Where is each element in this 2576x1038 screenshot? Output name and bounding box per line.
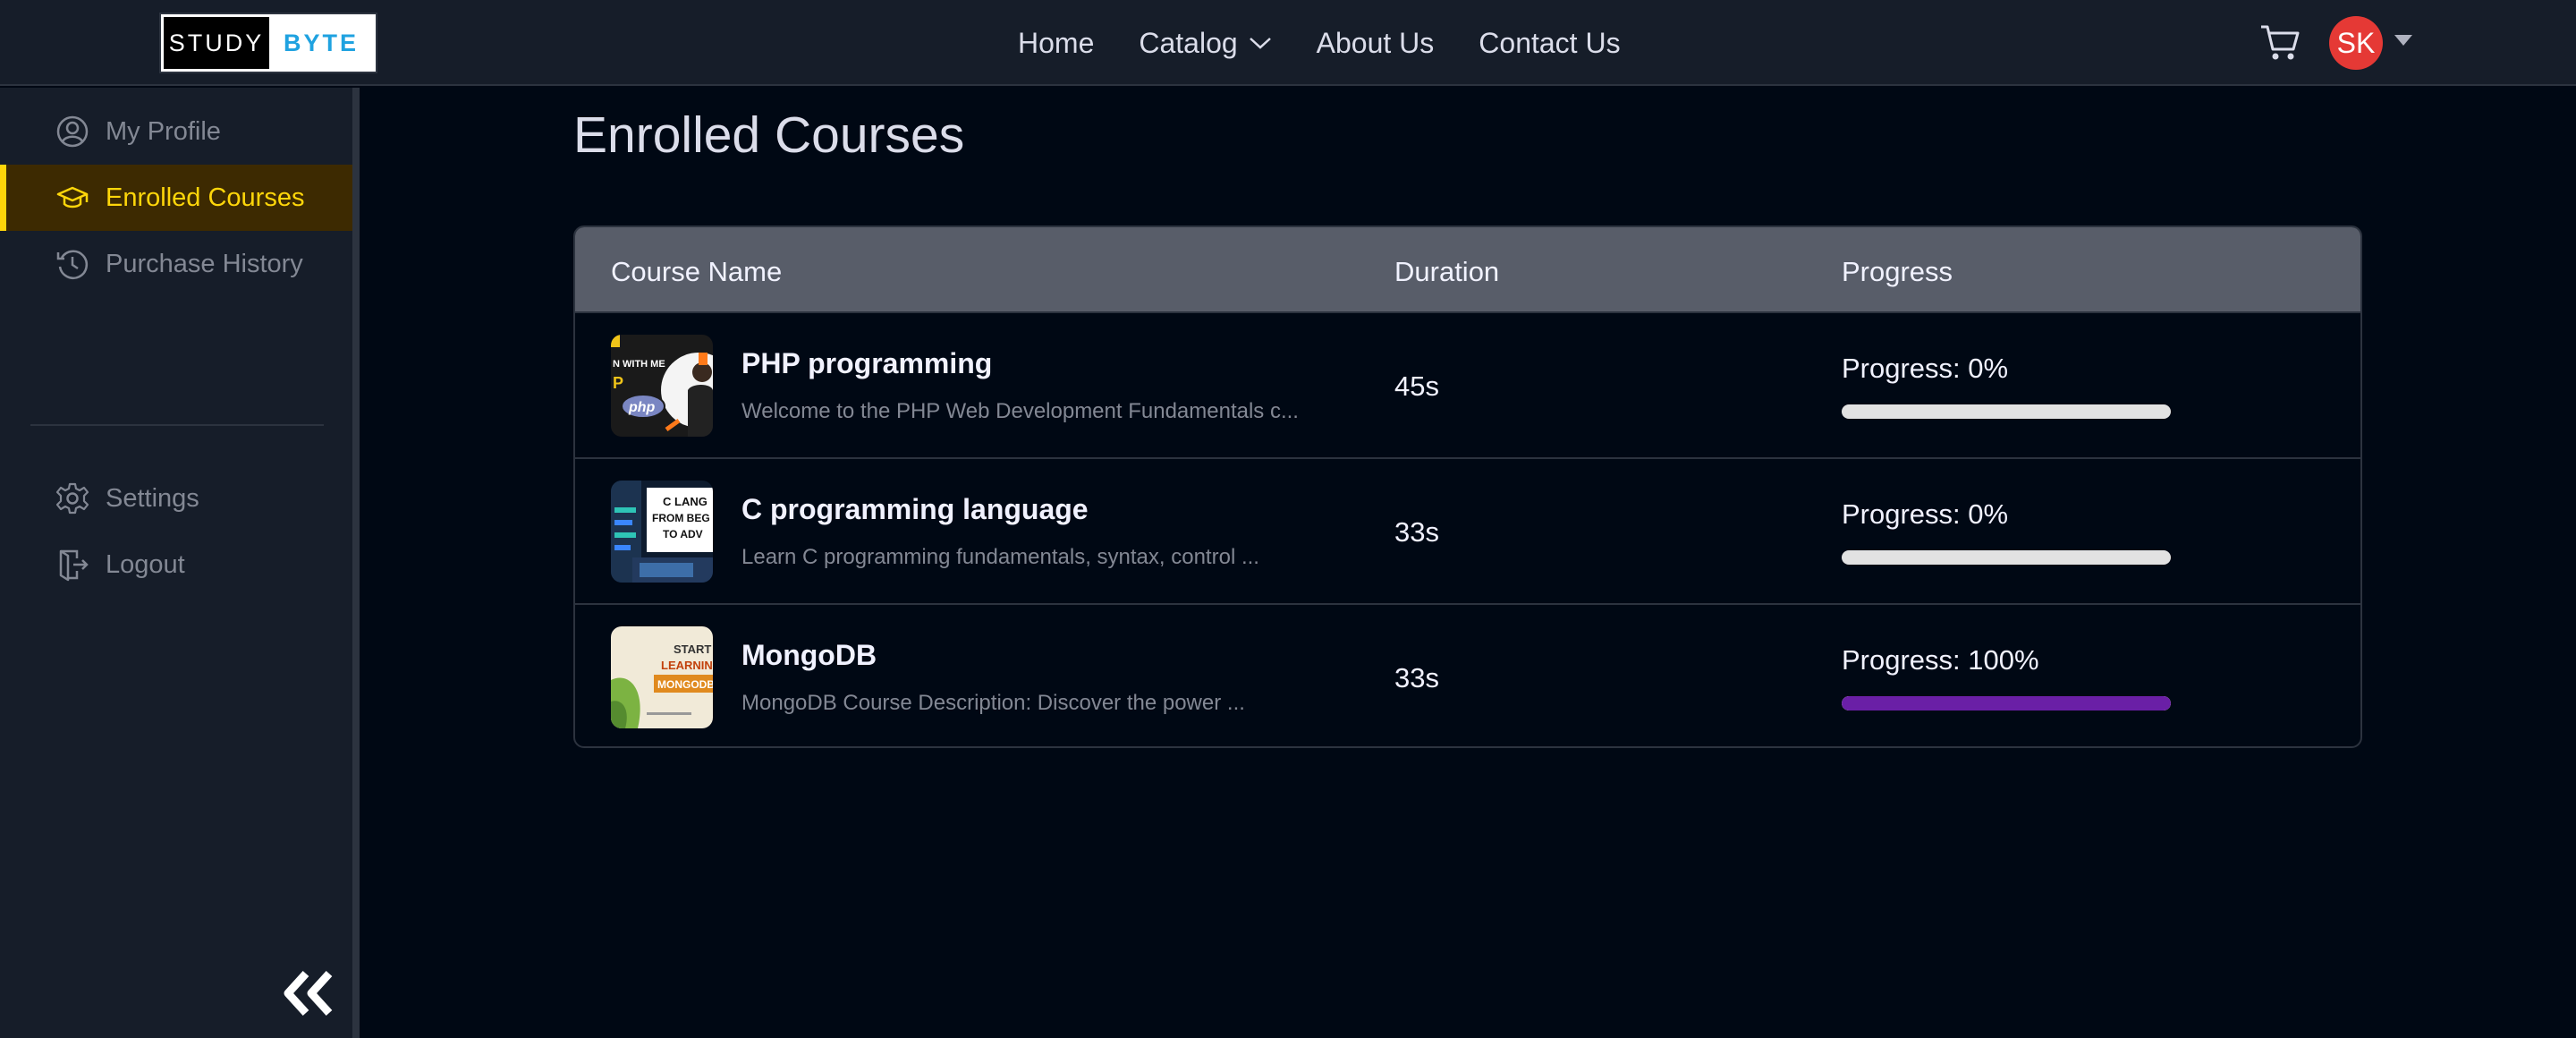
- progress-bar: [1842, 550, 2171, 565]
- svg-text:MONGODB: MONGODB: [657, 678, 713, 691]
- nav-link-home[interactable]: Home: [1018, 27, 1094, 60]
- course-title[interactable]: C programming language: [741, 493, 1089, 526]
- table-row[interactable]: N WITH ME P php PHP programming Welcome …: [575, 311, 2360, 457]
- nav-links: Home Catalog About Us Contact Us: [1018, 0, 1621, 86]
- course-description: Welcome to the PHP Web Development Funda…: [741, 399, 1299, 423]
- top-navbar: STUDY BYTE Home Catalog About Us Contact…: [0, 0, 2576, 86]
- sidebar-scrollbar[interactable]: [352, 88, 360, 1038]
- sidebar-item-label: My Profile: [106, 116, 221, 146]
- svg-text:START: START: [674, 642, 711, 656]
- course-title[interactable]: MongoDB: [741, 639, 877, 672]
- course-description: MongoDB Course Description: Discover the…: [741, 691, 1245, 715]
- course-title[interactable]: PHP programming: [741, 347, 992, 380]
- sidebar: My Profile Enrolled Courses Purchase His…: [0, 88, 352, 1038]
- progress-label: Progress: 0%: [1842, 353, 2009, 384]
- sidebar-item-label: Purchase History: [106, 249, 303, 278]
- logout-icon: [55, 548, 89, 582]
- progress-bar: [1842, 404, 2171, 419]
- progress-bar-fill: [1842, 696, 2171, 710]
- logo-text-study: STUDY: [164, 17, 269, 69]
- sidebar-item-purchase-history[interactable]: Purchase History: [0, 231, 352, 297]
- course-thumbnail[interactable]: C LANG FROM BEG TO ADV: [611, 481, 713, 583]
- caret-down-icon[interactable]: [2394, 34, 2413, 51]
- history-icon: [55, 247, 89, 281]
- table-header: Course Name Duration Progress: [575, 227, 2360, 311]
- user-circle-icon: [55, 115, 89, 149]
- svg-text:TO ADV: TO ADV: [663, 528, 703, 540]
- course-thumbnail[interactable]: N WITH ME P php: [611, 335, 713, 437]
- logo-text-byte: BYTE: [283, 29, 359, 56]
- column-header-duration: Duration: [1394, 256, 1500, 287]
- double-chevron-left-icon[interactable]: [279, 968, 336, 1018]
- column-header-progress: Progress: [1842, 256, 1953, 287]
- nav-link-contact[interactable]: Contact Us: [1479, 27, 1620, 60]
- sidebar-item-my-profile[interactable]: My Profile: [0, 98, 352, 165]
- course-thumbnail[interactable]: START LEARNIN MONGODB: [611, 626, 713, 728]
- sidebar-item-settings[interactable]: Settings: [0, 465, 352, 532]
- svg-text:php: php: [628, 400, 656, 415]
- table-row[interactable]: START LEARNIN MONGODB MongoDB MongoDB Co…: [575, 603, 2360, 746]
- sidebar-item-enrolled-courses[interactable]: Enrolled Courses: [0, 165, 352, 231]
- course-duration: 33s: [1394, 516, 1439, 548]
- course-duration: 33s: [1394, 662, 1439, 693]
- studybyte-logo[interactable]: STUDY BYTE: [159, 13, 377, 73]
- sidebar-divider: [30, 424, 324, 426]
- gear-icon: [55, 481, 89, 515]
- enrolled-courses-table: Course Name Duration Progress N WITH ME …: [573, 225, 2362, 748]
- svg-text:C LANG: C LANG: [663, 495, 708, 508]
- course-duration: 45s: [1394, 370, 1439, 402]
- table-row[interactable]: C LANG FROM BEG TO ADV C programming lan…: [575, 457, 2360, 603]
- nav-link-catalog[interactable]: Catalog: [1139, 27, 1271, 60]
- progress-label: Progress: 100%: [1842, 644, 2039, 676]
- progress-label: Progress: 0%: [1842, 498, 2009, 530]
- thumbnail-text: N WITH ME: [613, 359, 665, 370]
- svg-text:FROM BEG: FROM BEG: [652, 512, 710, 524]
- progress-bar: [1842, 696, 2171, 710]
- sidebar-item-label: Settings: [106, 483, 199, 513]
- svg-text:P: P: [613, 374, 623, 392]
- nav-link-catalog-label: Catalog: [1139, 26, 1238, 59]
- sidebar-item-label: Enrolled Courses: [106, 183, 305, 212]
- graduation-cap-icon: [55, 181, 89, 215]
- svg-text:LEARNIN: LEARNIN: [661, 659, 713, 672]
- user-avatar[interactable]: SK: [2329, 16, 2383, 70]
- column-header-course-name: Course Name: [611, 256, 783, 287]
- cart-icon[interactable]: [2259, 23, 2301, 63]
- sidebar-item-logout[interactable]: Logout: [0, 532, 352, 598]
- sidebar-item-label: Logout: [106, 549, 185, 579]
- course-description: Learn C programming fundamentals, syntax…: [741, 545, 1259, 569]
- chevron-down-icon: [1249, 36, 1272, 50]
- page-title: Enrolled Courses: [573, 106, 965, 164]
- nav-link-about[interactable]: About Us: [1317, 27, 1435, 60]
